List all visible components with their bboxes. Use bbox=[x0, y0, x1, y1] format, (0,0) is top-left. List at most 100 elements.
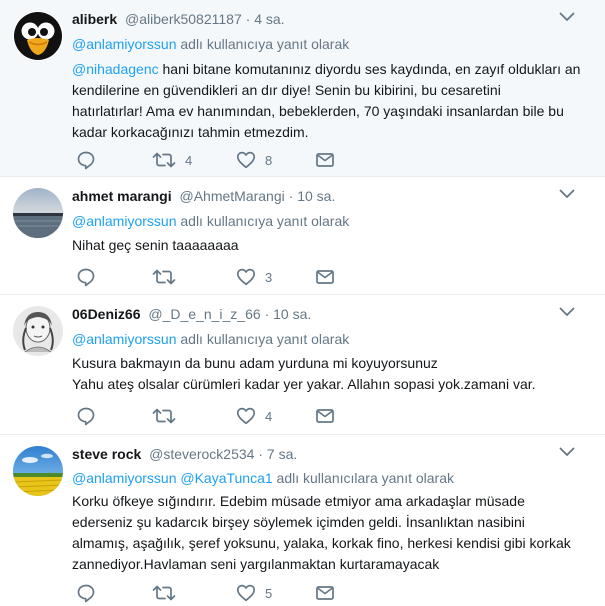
tweet-header: steve rock @steverock2534 · 7 sa. bbox=[72, 444, 297, 464]
envelope-icon bbox=[315, 583, 335, 603]
chevron-down-icon[interactable] bbox=[559, 189, 575, 201]
reply-label: adlı kullanıcıya yanıt olarak bbox=[176, 36, 350, 52]
timestamp[interactable]: 10 sa. bbox=[273, 306, 311, 322]
tweet-text: Kusura bakmayın da bunu adam yurduna mi … bbox=[72, 353, 582, 395]
user-handle[interactable]: @_D_e_n_i_z_66 bbox=[148, 306, 260, 322]
retweet-icon bbox=[152, 267, 176, 287]
reply-icon bbox=[76, 150, 96, 170]
envelope-icon bbox=[315, 267, 335, 287]
reply-mention[interactable]: @anlamiyorssun @KayaTunca1 bbox=[72, 470, 273, 486]
user-handle[interactable]: @steverock2534 bbox=[149, 446, 254, 462]
text-line: hatırlatırlar! Ama ev hanımından, bebekl… bbox=[72, 103, 564, 119]
user-handle[interactable]: @aliberk50821187 bbox=[125, 11, 242, 27]
body-mention[interactable]: @nihadagenc bbox=[72, 61, 159, 77]
like-button[interactable]: 8 bbox=[236, 149, 273, 171]
lake-sunset-icon bbox=[13, 188, 63, 238]
tweet[interactable]: ahmet marangi @AhmetMarangi · 10 sa. @an… bbox=[0, 177, 605, 295]
timestamp[interactable]: 10 sa. bbox=[297, 188, 335, 204]
retweet-count: 4 bbox=[185, 152, 193, 168]
retweet-button[interactable] bbox=[152, 405, 193, 427]
display-name[interactable]: aliberk bbox=[72, 11, 117, 27]
like-button[interactable]: 4 bbox=[236, 405, 273, 427]
reply-context: @anlamiyorssun @KayaTunca1 adlı kullanıc… bbox=[72, 468, 454, 488]
reply-button[interactable] bbox=[76, 405, 105, 427]
retweet-button[interactable] bbox=[152, 582, 193, 604]
like-count: 5 bbox=[265, 585, 273, 601]
text-line: Korku öfkeye sığındırır. Edebim müsade e… bbox=[72, 493, 525, 509]
text-line: almamış, aşağılık, şeref yoksunu, yalaka… bbox=[72, 535, 571, 551]
chevron-down-icon[interactable] bbox=[559, 307, 575, 319]
tweet-text: Korku öfkeye sığındırır. Edebim müsade e… bbox=[72, 491, 582, 575]
direct-message-button[interactable] bbox=[315, 582, 344, 604]
text-line: Kusura bakmayın da bunu adam yurduna mi … bbox=[72, 355, 438, 371]
reply-label: adlı kullanıcıya yanıt olarak bbox=[176, 331, 350, 347]
sketch-portrait-icon bbox=[13, 306, 63, 356]
reply-button[interactable] bbox=[76, 266, 105, 288]
reply-context: @anlamiyorssun adlı kullanıcıya yanıt ol… bbox=[72, 211, 349, 231]
reply-context: @anlamiyorssun adlı kullanıcıya yanıt ol… bbox=[72, 329, 349, 349]
separator: · bbox=[258, 446, 264, 462]
direct-message-button[interactable] bbox=[315, 149, 344, 171]
separator: · bbox=[245, 11, 251, 27]
heart-icon bbox=[236, 267, 256, 287]
text-line: Nihat geç senin taaaaaaaa bbox=[72, 237, 239, 253]
text-line: kadar korkacağınızı tahmin etmezdim. bbox=[72, 124, 309, 140]
reply-mention[interactable]: @anlamiyorssun bbox=[72, 331, 176, 347]
heart-icon bbox=[236, 150, 256, 170]
retweet-button[interactable] bbox=[152, 266, 193, 288]
field-landscape-icon bbox=[13, 446, 63, 496]
avatar[interactable] bbox=[13, 188, 63, 238]
separator: · bbox=[288, 188, 294, 204]
tweet-actions: 3 bbox=[72, 266, 392, 288]
reply-label: adlı kullanıcıya yanıt olarak bbox=[176, 213, 350, 229]
timestamp[interactable]: 4 sa. bbox=[254, 11, 284, 27]
like-button[interactable]: 5 bbox=[236, 582, 273, 604]
user-handle[interactable]: @AhmetMarangi bbox=[179, 188, 284, 204]
direct-message-button[interactable] bbox=[315, 266, 344, 288]
heart-icon bbox=[236, 583, 256, 603]
reply-mention[interactable]: @anlamiyorssun bbox=[72, 213, 176, 229]
display-name[interactable]: steve rock bbox=[72, 446, 141, 462]
chevron-down-icon[interactable] bbox=[559, 447, 575, 459]
tweet[interactable]: 06Deniz66 @_D_e_n_i_z_66 · 10 sa. @anlam… bbox=[0, 295, 605, 435]
retweet-button[interactable]: 4 bbox=[152, 149, 193, 171]
penguin-icon bbox=[13, 11, 63, 61]
tweet-header: 06Deniz66 @_D_e_n_i_z_66 · 10 sa. bbox=[72, 304, 311, 324]
reply-button[interactable] bbox=[76, 149, 105, 171]
envelope-icon bbox=[315, 406, 335, 426]
retweet-icon bbox=[152, 583, 176, 603]
reply-context: @anlamiyorssun adlı kullanıcıya yanıt ol… bbox=[72, 34, 349, 54]
display-name[interactable]: 06Deniz66 bbox=[72, 306, 140, 322]
like-count: 8 bbox=[265, 152, 273, 168]
reply-button[interactable] bbox=[76, 582, 105, 604]
heart-icon bbox=[236, 406, 256, 426]
reply-icon bbox=[76, 406, 96, 426]
reply-icon bbox=[76, 583, 96, 603]
tweet-header: aliberk @aliberk50821187 · 4 sa. bbox=[72, 9, 285, 29]
like-button[interactable]: 3 bbox=[236, 266, 273, 288]
reply-label: adlı kullanıcılara yanıt olarak bbox=[272, 470, 454, 486]
retweet-icon bbox=[152, 406, 176, 426]
tweet-actions: 4 bbox=[72, 405, 392, 427]
avatar[interactable] bbox=[13, 446, 63, 496]
tweet[interactable]: aliberk @aliberk50821187 · 4 sa. @anlami… bbox=[0, 0, 605, 177]
text-line: ederseniz şu kadarcık birşey söylemek iç… bbox=[72, 514, 525, 530]
text-line: hani bitane komutanınız diyordu ses kayd… bbox=[158, 61, 581, 77]
tweet-header: ahmet marangi @AhmetMarangi · 10 sa. bbox=[72, 186, 335, 206]
tweet-text: @nihadagenc hani bitane komutanınız diyo… bbox=[72, 59, 582, 143]
avatar[interactable] bbox=[13, 306, 63, 356]
chevron-down-icon[interactable] bbox=[559, 12, 575, 24]
text-line: kendilerine en güvendikleri an dır diye!… bbox=[72, 82, 501, 98]
retweet-icon bbox=[152, 150, 176, 170]
tweet-text: Nihat geç senin taaaaaaaa bbox=[72, 235, 582, 256]
separator: · bbox=[264, 306, 270, 322]
reply-icon bbox=[76, 267, 96, 287]
display-name[interactable]: ahmet marangi bbox=[72, 188, 172, 204]
like-count: 3 bbox=[265, 269, 273, 285]
reply-mention[interactable]: @anlamiyorssun bbox=[72, 36, 176, 52]
tweet-actions: 5 bbox=[72, 582, 392, 604]
direct-message-button[interactable] bbox=[315, 405, 344, 427]
timestamp[interactable]: 7 sa. bbox=[267, 446, 297, 462]
avatar[interactable] bbox=[13, 11, 63, 61]
tweet[interactable]: steve rock @steverock2534 · 7 sa. @anlam… bbox=[0, 435, 605, 606]
